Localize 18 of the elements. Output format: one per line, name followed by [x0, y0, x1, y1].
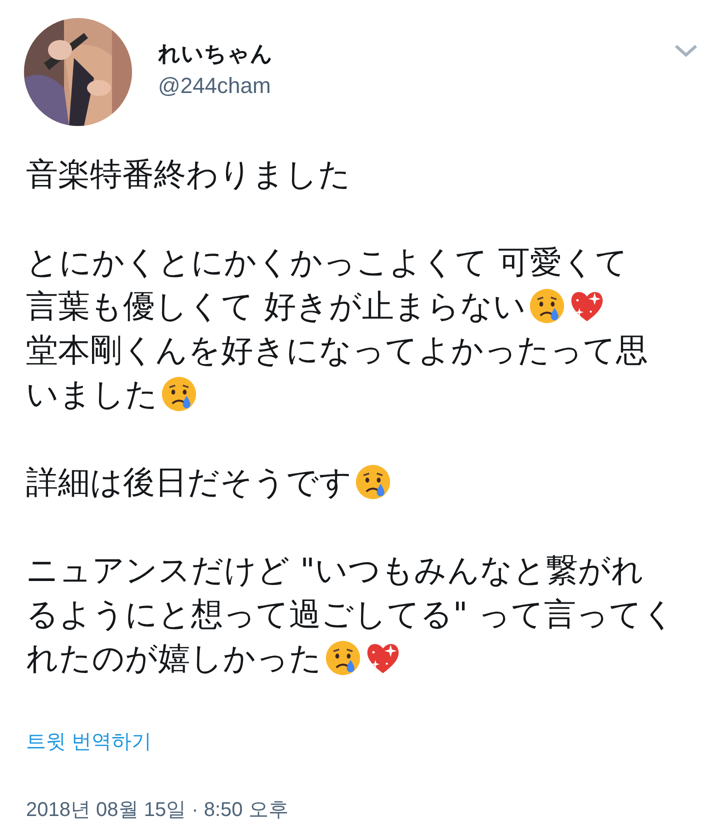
user-handle: @244cham	[158, 73, 272, 99]
tweet-text: とにかくとにかくかっこよくて 可愛くて	[26, 242, 628, 283]
tweet-text: 言葉も優しくて 好きが止まらない	[26, 286, 526, 327]
tweet-text: 詳細は後日だそうです	[26, 462, 352, 503]
crying-face-icon	[160, 375, 198, 413]
tweet-text: 音楽特番終わりました	[26, 154, 351, 195]
tweet-text: ニュアンスだけど "いつもみんなと繋がれ	[26, 550, 644, 591]
tweet-text: いました	[26, 374, 158, 415]
timestamp: 2018년 08월 15일 · 8:50 오후	[26, 798, 290, 822]
translate-link[interactable]: 트윗 번역하기	[26, 730, 152, 754]
crying-face-icon	[354, 463, 392, 501]
tweet-text: れたのが嬉しかった	[26, 638, 322, 679]
display-name: れいちゃん	[158, 41, 273, 69]
tweet-text: るようにと想って過ごしてる" って言ってく	[26, 594, 675, 635]
chevron-down-icon[interactable]	[674, 44, 698, 58]
crying-face-icon	[528, 287, 566, 325]
crying-face-icon	[324, 639, 362, 677]
tweet-text: 堂本剛くんを好きになってよかったって思	[26, 330, 648, 371]
